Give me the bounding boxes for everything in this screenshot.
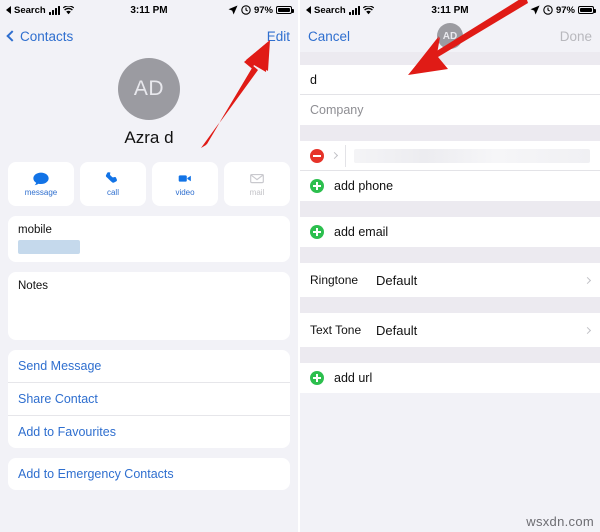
emergency-link-card: Add to Emergency Contacts xyxy=(8,458,290,490)
back-label: Contacts xyxy=(20,28,74,44)
status-bar-left: Search 3:11 PM 97% xyxy=(0,0,298,20)
phone-handset-icon xyxy=(105,172,117,183)
add-phone-label: add phone xyxy=(334,179,394,193)
video-camera-icon xyxy=(178,175,191,182)
ringtone-value: Default xyxy=(376,272,418,288)
divider xyxy=(345,144,346,167)
section-gap xyxy=(300,297,600,313)
status-right-group: 97% xyxy=(228,4,294,16)
alarm-clock-icon xyxy=(543,5,553,15)
texttone-value: Default xyxy=(376,322,418,338)
notes-card[interactable]: Notes xyxy=(8,272,290,340)
add-to-favourites-link[interactable]: Add to Favourites xyxy=(8,416,290,448)
action-video-button[interactable]: video xyxy=(152,162,218,206)
left-nav-bar: Contacts Edit xyxy=(0,20,298,52)
ringtone-label: Ringtone xyxy=(310,273,359,287)
action-label: call xyxy=(106,188,119,197)
phone-group: add phone xyxy=(300,141,600,201)
add-to-emergency-contacts-link[interactable]: Add to Emergency Contacts xyxy=(8,458,290,490)
action-label: mail xyxy=(249,188,265,197)
send-message-link[interactable]: Send Message xyxy=(8,350,290,383)
done-button[interactable]: Done xyxy=(560,29,592,44)
add-url-row[interactable]: add url xyxy=(300,363,600,393)
plus-circle-icon[interactable] xyxy=(310,179,324,193)
contact-name: Azra d xyxy=(124,128,174,147)
section-gap xyxy=(300,52,600,65)
phone-entry-row[interactable] xyxy=(300,141,600,171)
phone-number-redacted xyxy=(18,240,80,254)
back-to-contacts-button[interactable]: Contacts xyxy=(6,28,74,44)
battery-percent-label: 97% xyxy=(253,4,273,16)
minus-circle-icon[interactable] xyxy=(310,148,324,163)
lastname-field-row[interactable]: d xyxy=(300,65,600,95)
company-field-row[interactable]: Company xyxy=(300,95,600,125)
avatar[interactable]: AD xyxy=(437,23,463,49)
add-phone-row[interactable]: add phone xyxy=(300,171,600,201)
watermark: wsxdn.com xyxy=(526,514,594,529)
texttone-row[interactable]: Text Tone Default xyxy=(300,313,600,347)
cancel-label: Cancel xyxy=(308,28,351,44)
alarm-clock-icon xyxy=(241,5,251,15)
battery-percent-label: 97% xyxy=(555,4,575,16)
notes-label: Notes xyxy=(18,280,49,292)
left-phone-panel: Search 3:11 PM 97% Contacts Edit AD Azra… xyxy=(0,0,300,532)
add-url-label: add url xyxy=(334,371,373,385)
chevron-left-icon xyxy=(6,30,18,42)
action-label: message xyxy=(24,188,58,197)
plus-circle-icon[interactable] xyxy=(310,371,324,385)
status-bar-right: Search 3:11 PM 97% xyxy=(300,0,600,20)
battery-icon xyxy=(578,6,596,14)
action-label: video xyxy=(175,188,195,197)
right-nav-bar: Cancel AD Done xyxy=(300,20,600,52)
section-gap xyxy=(300,247,600,263)
email-group: add email xyxy=(300,217,600,247)
action-message-button[interactable]: message xyxy=(8,162,74,206)
url-group: add url xyxy=(300,363,600,393)
cancel-button[interactable]: Cancel xyxy=(308,29,350,44)
actions-link-card: Send Message Share Contact Add to Favour… xyxy=(8,350,290,448)
lastname-value: d xyxy=(310,72,317,87)
chevron-right-icon xyxy=(583,276,592,284)
add-email-row[interactable]: add email xyxy=(300,217,600,247)
share-contact-link[interactable]: Share Contact xyxy=(8,383,290,416)
section-gap xyxy=(300,201,600,217)
plus-circle-icon[interactable] xyxy=(310,225,324,239)
ringtone-group: Ringtone Default xyxy=(300,263,600,297)
phone-number-blurred xyxy=(354,148,590,163)
location-arrow-icon xyxy=(530,5,540,15)
right-phone-panel: Search 3:11 PM 97% Cancel AD Done d Comp… xyxy=(300,0,600,532)
phone-card[interactable]: mobile xyxy=(8,216,290,262)
texttone-label: Text Tone xyxy=(310,323,362,337)
company-placeholder: Company xyxy=(310,103,364,117)
location-arrow-icon xyxy=(228,5,238,15)
envelope-icon xyxy=(250,173,264,184)
ringtone-row[interactable]: Ringtone Default xyxy=(300,263,600,297)
avatar: AD xyxy=(118,58,180,120)
contact-header: AD Azra d xyxy=(0,52,298,148)
action-mail-button: mail xyxy=(224,162,290,206)
add-email-label: add email xyxy=(334,225,389,239)
phone-label: mobile xyxy=(18,224,52,236)
texttone-group: Text Tone Default xyxy=(300,313,600,347)
edit-button[interactable]: Edit xyxy=(267,29,290,44)
battery-icon xyxy=(276,6,294,14)
chevron-right-icon xyxy=(330,151,339,160)
message-bubble-icon xyxy=(33,172,49,186)
section-gap xyxy=(300,347,600,363)
chevron-right-icon xyxy=(583,326,592,334)
status-right-group: 97% xyxy=(530,4,596,16)
quick-actions: message call video mail xyxy=(0,148,298,206)
section-gap xyxy=(300,125,600,141)
name-group: d Company xyxy=(300,65,600,125)
screenshot-stage: Search 3:11 PM 97% Contacts Edit AD Azra… xyxy=(0,0,600,532)
action-call-button[interactable]: call xyxy=(80,162,146,206)
